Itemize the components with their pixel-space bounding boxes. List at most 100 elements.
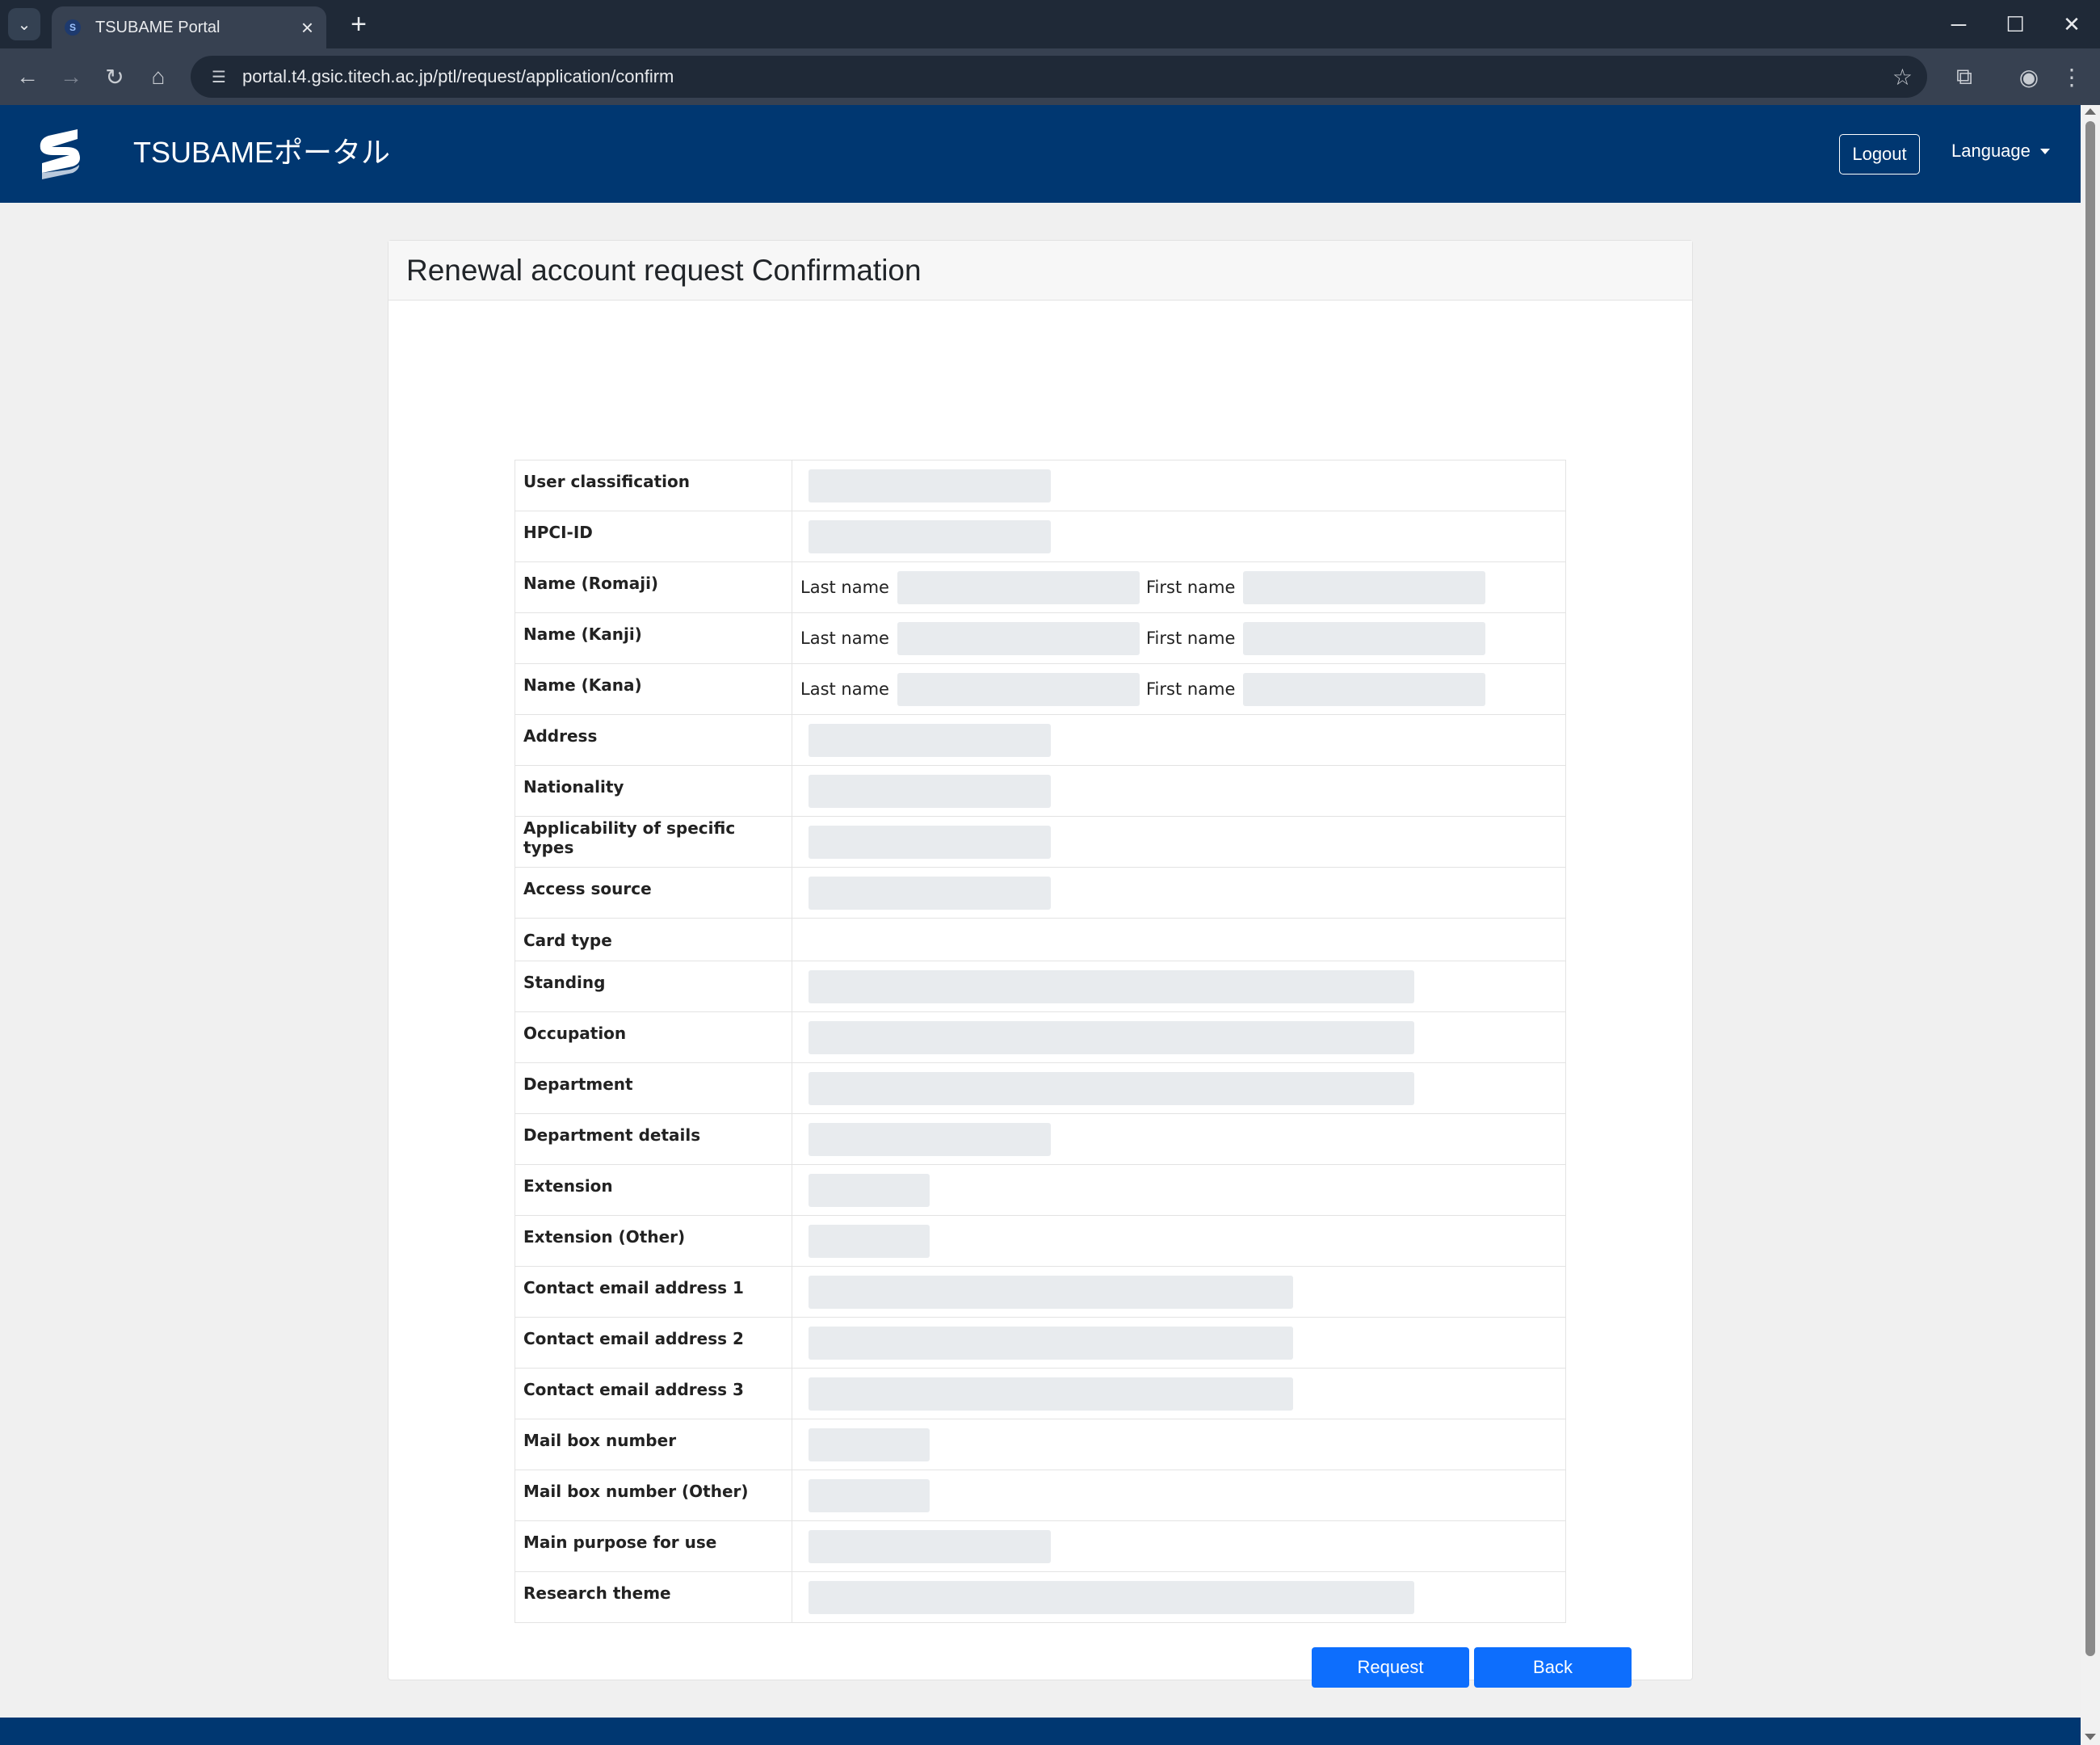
romaji-first-name-field (1243, 570, 1486, 604)
row-label: Extension (514, 1164, 792, 1216)
kanji-first-name-field (1243, 621, 1486, 655)
site-info-icon[interactable]: ☰ (207, 65, 231, 89)
tab-title: TSUBAME Portal (95, 18, 220, 36)
research-theme-field (808, 1580, 1414, 1614)
table-row: Contact email address 1 (514, 1266, 1566, 1318)
standing-field (808, 969, 1414, 1003)
table-row: Address (514, 714, 1566, 766)
card-header: Renewal account request Confirmation (388, 241, 1692, 301)
maximize-icon[interactable]: ☐ (1987, 0, 2043, 48)
extensions-puzzle-icon[interactable]: ⧉ (1947, 59, 1982, 95)
department-field (808, 1071, 1414, 1105)
row-label: Occupation (514, 1011, 792, 1063)
kana-first-name-field (1243, 672, 1486, 706)
address-bar[interactable]: ☰ portal.t4.gsic.titech.ac.jp/ptl/reques… (191, 56, 1927, 98)
table-row: Extension (Other) (514, 1215, 1566, 1267)
home-icon[interactable]: ⌂ (141, 59, 176, 95)
row-label: HPCI-ID (514, 511, 792, 562)
bookmark-star-icon[interactable]: ☆ (1892, 64, 1913, 90)
user-classification-field (808, 469, 1051, 502)
tab-close-icon[interactable]: × (301, 15, 313, 40)
minimize-icon[interactable]: ─ (1930, 0, 1987, 48)
last-name-label: Last name (800, 578, 889, 597)
extension-field (808, 1173, 930, 1207)
applicability-field (808, 825, 1051, 859)
extension-other-field (808, 1224, 930, 1258)
tab-search-chevron-icon[interactable]: ⌄ (8, 8, 40, 40)
request-button[interactable]: Request (1312, 1647, 1469, 1688)
table-row: Name (Kana) Last name First name (514, 663, 1566, 715)
logout-button[interactable]: Logout (1839, 134, 1920, 174)
table-row: HPCI-ID (514, 511, 1566, 562)
reload-icon[interactable]: ↻ (97, 59, 132, 95)
table-row: Main purpose for use (514, 1520, 1566, 1572)
caret-down-icon (2039, 148, 2050, 154)
table-row: Standing (514, 961, 1566, 1012)
row-label: Name (Romaji) (514, 561, 792, 613)
table-row: Department details (514, 1113, 1566, 1165)
row-label: Applicability of specific types (514, 816, 792, 868)
url-text: portal.t4.gsic.titech.ac.jp/ptl/request/… (242, 66, 674, 86)
department-details-field (808, 1122, 1051, 1156)
hpci-id-field (808, 519, 1051, 553)
scroll-down-icon[interactable] (2085, 1734, 2096, 1740)
row-label: Contact email address 1 (514, 1266, 792, 1318)
first-name-label: First name (1145, 629, 1236, 648)
page-scrollbar[interactable] (2081, 105, 2100, 1745)
back-arrow-icon[interactable]: ← (10, 59, 45, 95)
profile-icon[interactable]: ◉ (2011, 59, 2047, 95)
first-name-label: First name (1145, 578, 1236, 597)
table-row: Department (514, 1062, 1566, 1114)
first-name-label: First name (1145, 679, 1236, 699)
row-label: Name (Kana) (514, 663, 792, 715)
confirmation-card: Renewal account request Confirmation Use… (388, 240, 1693, 1688)
table-row: Occupation (514, 1011, 1566, 1063)
browser-tabstrip: ⌄ S TSUBAME Portal × + ─ ☐ ✕ (0, 0, 2100, 48)
scrollbar-thumb[interactable] (2085, 121, 2095, 1656)
kana-last-name-field (897, 672, 1140, 706)
table-row: Applicability of specific types (514, 816, 1566, 868)
page-title: Renewal account request Confirmation (406, 253, 922, 287)
nationality-field (808, 774, 1051, 808)
brand-title: TSUBAMEポータル (133, 136, 391, 169)
row-label: Standing (514, 961, 792, 1012)
page-viewport: TSUBAMEポータル Logout Language Renewal acco… (0, 105, 2081, 1745)
table-row: Card type (514, 918, 1566, 961)
browser-tab[interactable]: S TSUBAME Portal × (52, 6, 326, 48)
row-label: Address (514, 714, 792, 766)
new-tab-plus-icon[interactable]: + (342, 8, 375, 40)
tab-favicon-icon: S (65, 19, 81, 36)
row-label: Contact email address 3 (514, 1368, 792, 1419)
address-field (808, 723, 1051, 757)
table-row: Research theme (514, 1571, 1566, 1623)
row-label: User classification (514, 460, 792, 511)
table-row: Contact email address 3 (514, 1368, 1566, 1419)
tsubame-logo-icon (40, 129, 80, 179)
table-row: Nationality (514, 765, 1566, 817)
romaji-last-name-field (897, 570, 1140, 604)
language-dropdown[interactable]: Language (1951, 141, 2050, 162)
site-header: TSUBAMEポータル Logout Language (0, 105, 2081, 203)
language-label: Language (1951, 141, 2031, 161)
row-label: Department details (514, 1113, 792, 1165)
mailbox-field (808, 1428, 930, 1461)
confirmation-table: User classification HPCI-ID Name (Romaji… (514, 460, 1566, 1623)
row-label: Mail box number (Other) (514, 1470, 792, 1521)
browser-toolbar: ← → ↻ ⌂ ☰ portal.t4.gsic.titech.ac.jp/pt… (0, 48, 2100, 105)
scroll-up-icon[interactable] (2085, 108, 2096, 115)
row-label: Mail box number (514, 1419, 792, 1470)
table-row: Name (Romaji) Last name First name (514, 561, 1566, 613)
email1-field (808, 1275, 1293, 1309)
back-button[interactable]: Back (1474, 1647, 1632, 1688)
close-window-icon[interactable]: ✕ (2043, 0, 2100, 48)
forward-arrow-icon[interactable]: → (53, 59, 89, 95)
last-name-label: Last name (800, 629, 889, 648)
row-label: Access source (514, 867, 792, 919)
table-row: User classification (514, 460, 1566, 511)
mailbox-other-field (808, 1478, 930, 1512)
browser-menu-icon[interactable]: ⋮ (2054, 59, 2090, 95)
table-row: Mail box number (514, 1419, 1566, 1470)
table-row: Contact email address 2 (514, 1317, 1566, 1369)
table-row: Access source (514, 867, 1566, 919)
row-label: Extension (Other) (514, 1215, 792, 1267)
